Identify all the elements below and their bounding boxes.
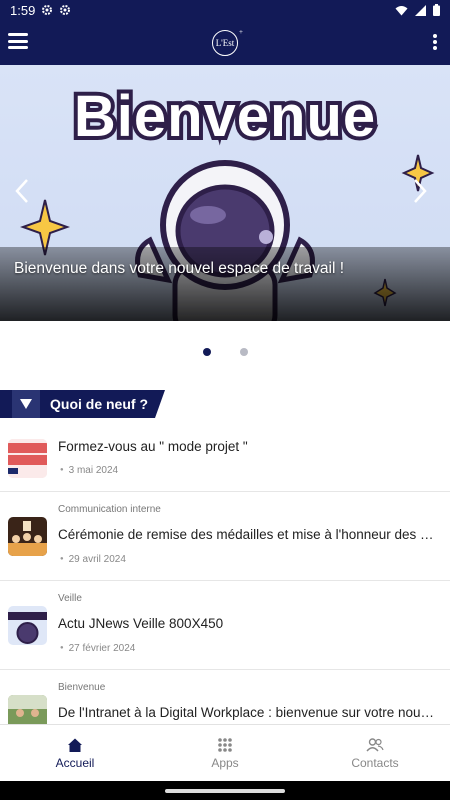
nav-label-accueil: Accueil (55, 756, 95, 770)
settings-gear-icon (42, 5, 53, 15)
news-date: 29 avril 2024 (60, 554, 126, 565)
status-left: 1:59 (10, 3, 71, 18)
news-title: Formez-vous au " mode projet " (58, 439, 248, 454)
news-title: Actu JNews Veille 800X450 (58, 616, 224, 631)
news-title: De l'Intranet à la Digital Workplace : b… (58, 705, 438, 720)
news-date: 27 février 2024 (60, 643, 136, 654)
news-item[interactable]: Veille Actu JNews Veille 800X450 27 févr… (0, 581, 450, 670)
app-logo: L'Est + (212, 28, 243, 56)
more-options-icon[interactable] (432, 34, 438, 50)
nav-label-apps: Apps (211, 756, 239, 770)
system-gesture-bar (0, 781, 450, 800)
chevron-left-icon[interactable] (12, 177, 32, 205)
gesture-handle[interactable] (165, 789, 285, 793)
battery-icon (433, 4, 440, 16)
news-thumbnail (8, 517, 47, 556)
news-item[interactable]: Communication interne Cérémonie de remis… (0, 492, 450, 581)
menu-icon[interactable] (8, 33, 28, 49)
news-category: Veille (58, 593, 82, 604)
status-right (395, 4, 440, 16)
logo-text: L'Est (215, 37, 235, 48)
nav-item-contacts[interactable]: Contacts (300, 725, 450, 781)
contacts-icon (366, 738, 384, 752)
welcome-carousel[interactable]: Bienvenue Bienvenue dans votre nouvel es… (0, 65, 450, 321)
chevron-down-icon (20, 399, 32, 409)
status-bar: 1:59 (0, 0, 450, 20)
news-thumbnail (8, 606, 47, 645)
nav-item-apps[interactable]: Apps (150, 725, 300, 781)
carousel-caption: Bienvenue dans votre nouvel espace de tr… (14, 260, 345, 277)
news-category: Bienvenue (58, 682, 106, 693)
caption-overlay (0, 247, 450, 321)
cellular-signal-icon (415, 4, 426, 16)
section-title: Quoi de neuf ? (50, 396, 148, 412)
bottom-navigation: Accueil Apps Contacts (0, 724, 450, 781)
settings-gear-icon-2 (60, 5, 71, 15)
carousel-dot-1[interactable] (202, 348, 211, 356)
nav-item-accueil[interactable]: Accueil (0, 725, 150, 781)
section-header-whats-new[interactable]: Quoi de neuf ? (0, 390, 165, 418)
carousel-dot-2[interactable] (239, 348, 248, 356)
home-icon (68, 738, 82, 752)
news-date: 3 mai 2024 (60, 465, 118, 476)
news-item[interactable]: Formez-vous au " mode projet " 3 mai 202… (0, 428, 450, 492)
news-category: Communication interne (58, 504, 161, 515)
news-item[interactable]: Bienvenue De l'Intranet à la Digital Wor… (0, 670, 450, 734)
nav-label-contacts: Contacts (351, 756, 399, 770)
chevron-right-icon[interactable] (410, 177, 430, 205)
logo-plus: + (239, 27, 243, 36)
app-bar: L'Est + (0, 20, 450, 65)
news-list: Formez-vous au " mode projet " 3 mai 202… (0, 428, 450, 734)
wifi-icon (395, 5, 408, 15)
carousel-pagination (0, 348, 450, 356)
news-title: Cérémonie de remise des médailles et mis… (58, 527, 438, 542)
news-thumbnail (8, 439, 47, 478)
status-time: 1:59 (10, 2, 36, 18)
apps-grid-icon (218, 738, 232, 752)
